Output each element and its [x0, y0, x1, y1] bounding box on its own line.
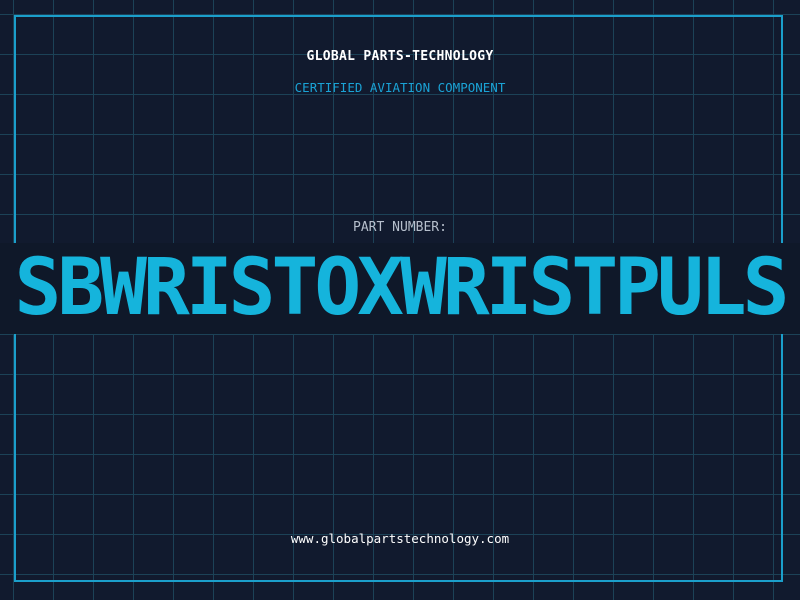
certification-tagline: CERTIFIED AVIATION COMPONENT	[294, 80, 506, 95]
part-number-band: SBWRISTOXWRISTPULS	[0, 243, 800, 334]
company-name: GLOBAL PARTS-TECHNOLOGY	[306, 49, 494, 64]
website-url[interactable]: www.globalpartstechnology.com	[0, 531, 800, 546]
part-number-label: PART NUMBER:	[353, 220, 447, 235]
part-number-value: SBWRISTOXWRISTPULS	[14, 243, 790, 333]
